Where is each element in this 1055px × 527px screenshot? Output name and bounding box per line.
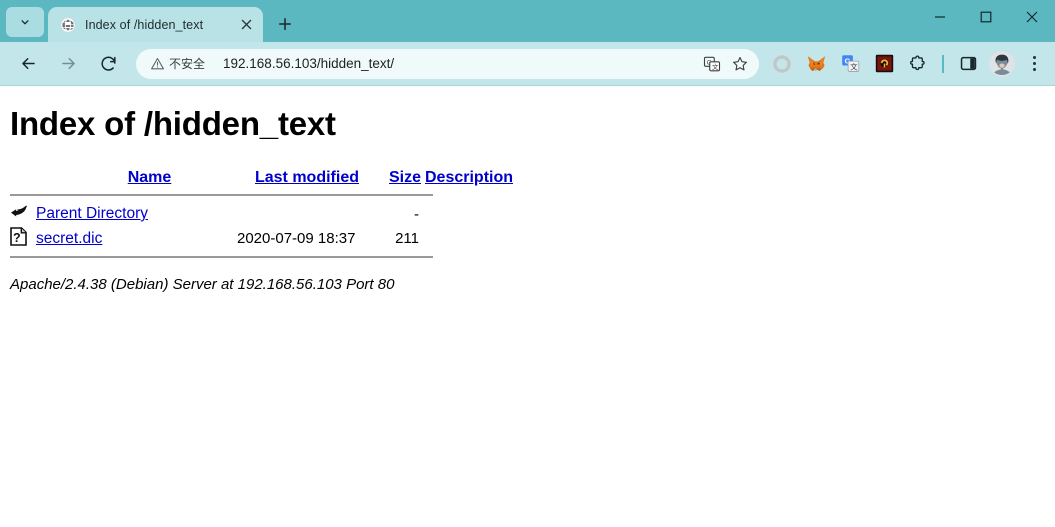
tab-title: Index of /hidden_text bbox=[85, 17, 204, 32]
translate-extension-glyph: G 文 bbox=[841, 55, 859, 72]
sort-by-name-link[interactable]: Name bbox=[128, 169, 172, 186]
header-rule-row bbox=[10, 189, 513, 202]
table-row: ? secret.dic 2020-07-09 18:37 211 bbox=[10, 226, 513, 251]
table-body: Parent Directory - ? secret.dic 2020-07-… bbox=[10, 202, 513, 264]
fox-icon bbox=[807, 55, 825, 71]
new-tab-button[interactable] bbox=[271, 10, 299, 38]
table-row: Parent Directory - bbox=[10, 202, 513, 226]
row-name-cell: secret.dic bbox=[36, 226, 237, 251]
translate-icon-glyph: G 文 bbox=[703, 56, 721, 71]
page-content: Index of /hidden_text Name Last modified… bbox=[0, 87, 1055, 527]
url-text: 192.168.56.103/hidden_text/ bbox=[223, 56, 395, 71]
side-panel-icon bbox=[960, 56, 976, 71]
translate-icon[interactable]: G 文 bbox=[699, 51, 725, 77]
tab-search-button[interactable] bbox=[6, 7, 44, 37]
minimize-icon bbox=[935, 16, 945, 18]
table-head: Name Last modified Size Description bbox=[10, 169, 513, 202]
kebab-dot bbox=[1032, 62, 1036, 65]
column-header-name: Name bbox=[36, 169, 237, 189]
browser-window: Index of /hidden_text 不安全 192.168.56.103… bbox=[0, 0, 1055, 527]
warning-triangle-icon bbox=[151, 57, 164, 70]
tab-strip: Index of /hidden_text bbox=[0, 0, 1055, 42]
column-header-last-modified: Last modified bbox=[237, 169, 377, 189]
svg-text:文: 文 bbox=[850, 61, 858, 71]
browser-toolbar: 不安全 192.168.56.103/hidden_text/ G 文 bbox=[0, 42, 1055, 86]
file-link-secret-dic[interactable]: secret.dic bbox=[36, 230, 102, 247]
svg-text:文: 文 bbox=[712, 61, 719, 70]
address-bar[interactable]: 不安全 192.168.56.103/hidden_text/ G 文 bbox=[136, 48, 759, 79]
maximize-icon bbox=[980, 11, 992, 23]
avatar-image bbox=[989, 50, 1015, 77]
row-icon-cell bbox=[10, 202, 36, 226]
extensions-puzzle-icon bbox=[910, 54, 925, 70]
window-controls bbox=[917, 0, 1055, 34]
reload-icon bbox=[101, 56, 116, 71]
horizontal-rule bbox=[10, 256, 433, 258]
forward-button[interactable] bbox=[53, 49, 83, 79]
horizontal-rule bbox=[10, 194, 433, 196]
column-header-icon bbox=[10, 169, 36, 189]
sort-by-description-link[interactable]: Description bbox=[425, 169, 513, 186]
toolbar-separator bbox=[942, 54, 944, 73]
globe-icon bbox=[61, 17, 75, 32]
row-date-cell bbox=[237, 202, 377, 226]
maximize-button[interactable] bbox=[963, 0, 1009, 34]
browser-tab[interactable]: Index of /hidden_text bbox=[48, 7, 263, 42]
sort-by-size-link[interactable]: Size bbox=[389, 169, 421, 186]
kebab-dot bbox=[1032, 56, 1036, 59]
sort-by-date-link[interactable]: Last modified bbox=[255, 169, 359, 186]
site-security-badge[interactable]: 不安全 bbox=[146, 53, 213, 74]
row-description-cell bbox=[421, 226, 513, 251]
plus-icon bbox=[278, 17, 292, 31]
svg-text:?: ? bbox=[13, 231, 21, 245]
row-name-cell: Parent Directory bbox=[36, 202, 237, 226]
star-icon bbox=[732, 56, 748, 70]
back-button[interactable] bbox=[13, 49, 43, 79]
circle-ring-icon bbox=[773, 54, 791, 73]
arrow-right-icon bbox=[61, 57, 75, 70]
side-panel-button[interactable] bbox=[954, 50, 982, 78]
row-description-cell bbox=[421, 202, 513, 226]
kebab-dot bbox=[1032, 68, 1036, 71]
parent-directory-icon bbox=[11, 205, 28, 217]
table-header-row: Name Last modified Size Description bbox=[10, 169, 513, 189]
minimize-button[interactable] bbox=[917, 0, 963, 34]
row-icon-cell: ? bbox=[10, 226, 36, 251]
security-status-text: 不安全 bbox=[169, 57, 206, 71]
footer-rule-row bbox=[10, 251, 513, 264]
puzzle-piece-icon[interactable] bbox=[904, 50, 932, 78]
arrow-left-icon bbox=[21, 57, 35, 70]
footer-rule-cell bbox=[10, 251, 513, 264]
metamask-fox-icon[interactable] bbox=[802, 50, 830, 78]
profile-avatar[interactable] bbox=[989, 50, 1015, 77]
page-title: Index of /hidden_text bbox=[10, 105, 336, 142]
row-size-cell: - bbox=[414, 205, 419, 223]
parent-directory-link[interactable]: Parent Directory bbox=[36, 205, 148, 222]
close-window-button[interactable] bbox=[1009, 0, 1055, 34]
chrome-menu-button[interactable] bbox=[1021, 50, 1047, 78]
unknown-file-icon: ? bbox=[10, 227, 27, 246]
close-icon bbox=[1026, 11, 1038, 23]
dark-red-extension-icon[interactable] bbox=[870, 50, 898, 78]
close-icon bbox=[241, 19, 251, 30]
directory-listing-table: Name Last modified Size Description Pare… bbox=[10, 169, 513, 264]
header-rule-cell bbox=[10, 189, 513, 202]
column-header-description: Description bbox=[421, 169, 513, 189]
reload-button[interactable] bbox=[93, 49, 123, 79]
bookmark-star-icon[interactable] bbox=[727, 51, 753, 77]
dark-red-square-icon bbox=[875, 54, 893, 73]
chevron-down-icon bbox=[21, 20, 29, 25]
row-date-cell: 2020-07-09 18:37 bbox=[237, 230, 356, 247]
row-size-cell: 211 bbox=[395, 230, 419, 247]
google-translate-extension-icon[interactable]: G 文 bbox=[836, 50, 864, 78]
circle-ring-extension-icon[interactable] bbox=[768, 50, 796, 78]
tab-close-button[interactable] bbox=[237, 16, 255, 34]
column-header-size: Size bbox=[377, 169, 421, 189]
server-signature: Apache/2.4.38 (Debian) Server at 192.168… bbox=[10, 276, 395, 293]
